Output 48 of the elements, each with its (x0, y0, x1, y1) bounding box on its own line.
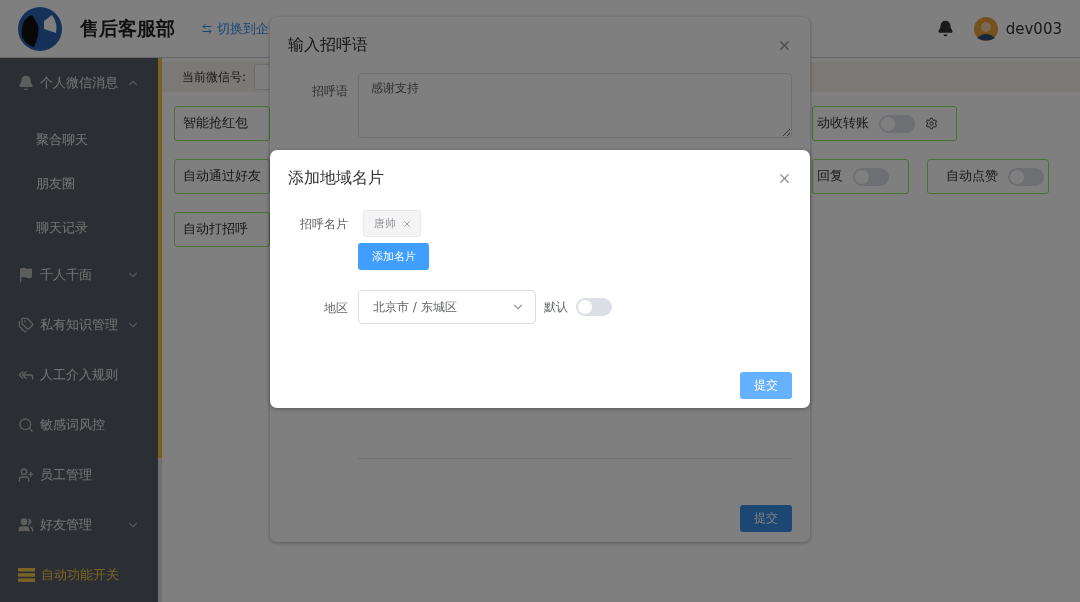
feature-label: 自动打招呼 (183, 221, 248, 238)
sidebar-subitem[interactable]: 聚合聊天 (0, 118, 158, 162)
sidebar-item[interactable]: 好友管理 (0, 500, 158, 550)
submit-button[interactable]: 提交 (740, 505, 792, 532)
bell-icon[interactable] (936, 20, 954, 37)
cat-logo (18, 6, 62, 51)
field-label: 招呼名片 (299, 216, 348, 233)
feature-label: 动收转账 (817, 115, 869, 132)
feature-label: 自动点赞 (946, 168, 998, 185)
wechat-label: 当前微信号: (182, 68, 247, 86)
submit-button[interactable]: 提交 (740, 372, 792, 399)
username[interactable]: dev003 (1005, 19, 1062, 38)
flag-icon (18, 267, 34, 283)
dialog-title: 添加地域名片 (288, 167, 384, 189)
feature-label: 智能抢红包 (183, 115, 248, 132)
settings-icon[interactable] (925, 117, 938, 130)
tags-icon (18, 317, 34, 333)
sidebar-subitem[interactable]: 朋友圈 (0, 162, 158, 206)
dialog-title: 输入招呼语 (288, 34, 368, 56)
search-icon (18, 417, 34, 433)
sidebar-item[interactable]: 私有知识管理 (0, 300, 158, 350)
region-select[interactable]: 北京市 / 东城区 (358, 290, 536, 324)
field-label: 招呼语 (311, 83, 348, 100)
avatar[interactable] (973, 16, 998, 41)
sidebar-item[interactable]: 自动功能开关 (0, 550, 158, 600)
sidebar-item[interactable]: 人工介入规则 (0, 350, 158, 400)
sidebar-item[interactable]: 千人千面 (0, 250, 158, 300)
scrollbar-thumb[interactable] (158, 58, 162, 458)
users-icon (18, 517, 34, 533)
close-icon[interactable] (402, 218, 412, 229)
user-plus-icon (18, 467, 34, 483)
field-label: 地区 (323, 300, 348, 317)
department-title: 售后客服部 (80, 15, 175, 41)
sidebar-subitem[interactable]: 聊天记录 (0, 206, 158, 250)
add-card-button[interactable]: 添加名片 (358, 243, 429, 270)
feature-label: 自动通过好友 (183, 168, 261, 185)
bell-icon (18, 75, 34, 91)
switches-icon (18, 568, 35, 582)
sidebar-item[interactable]: 员工管理 (0, 450, 158, 500)
toggle-switch[interactable] (576, 298, 612, 316)
sidebar-item[interactable]: 敏感词风控 (0, 400, 158, 450)
default-label: 默认 (544, 298, 568, 316)
tag-label: 唐帅 (374, 216, 396, 231)
sidebar-item[interactable]: 个人微信消息 (0, 58, 158, 108)
greeting-textarea[interactable]: 感谢支持 (358, 73, 792, 138)
feature-label: 回复 (817, 168, 843, 185)
switch-icon (201, 22, 213, 35)
switch-link[interactable]: 切换到企 (201, 19, 269, 38)
